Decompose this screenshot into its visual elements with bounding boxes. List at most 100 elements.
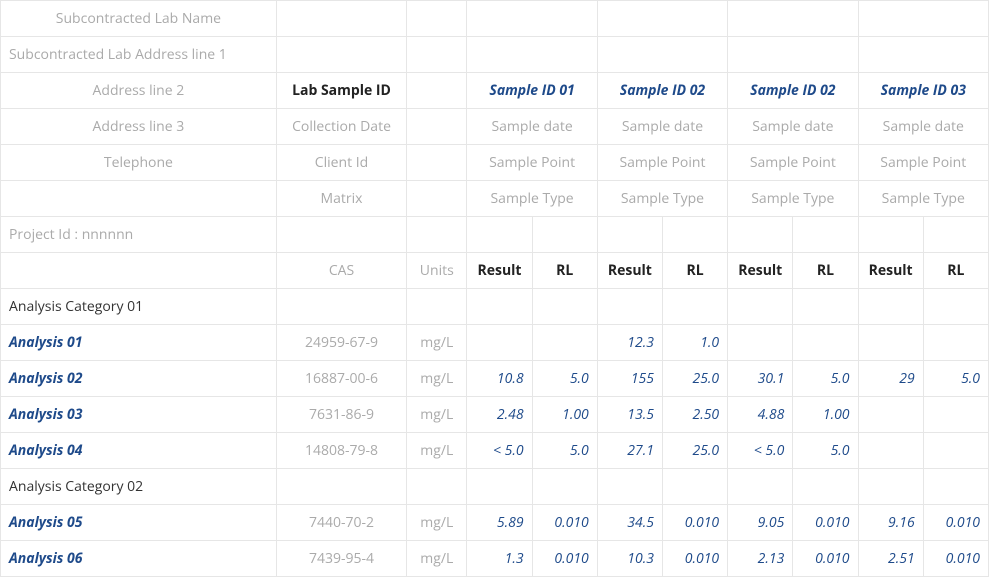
row-column-headers: CAS Units Result RL Result RL Result RL … [1, 253, 989, 289]
cas-value: 7631-86-9 [276, 397, 406, 433]
sample-id-3: Sample ID 03 [858, 73, 988, 109]
addr3: Address line 3 [1, 109, 277, 145]
lab-sample-id-label: Lab Sample ID [276, 73, 406, 109]
sample-type-0: Sample Type [467, 181, 597, 217]
cas-value: 16887-00-6 [276, 361, 406, 397]
sample-date-0: Sample date [467, 109, 597, 145]
row-matrix: Matrix Sample Type Sample Type Sample Ty… [1, 181, 989, 217]
rl-cell [532, 325, 597, 361]
sample-id-2: Sample ID 02 [728, 73, 858, 109]
result-cell [858, 325, 923, 361]
rl-cell: 0.010 [793, 505, 858, 541]
units-value: mg/L [407, 433, 467, 469]
analysis-name: Analysis 05 [1, 505, 277, 541]
sample-date-2: Sample date [728, 109, 858, 145]
result-cell [858, 397, 923, 433]
cas-header: CAS [276, 253, 406, 289]
row-category-0: Analysis Category 01 [1, 289, 989, 325]
rl-cell: 0.010 [793, 541, 858, 577]
sample-id-1: Sample ID 02 [597, 73, 727, 109]
rl-cell [923, 433, 988, 469]
project-id: Project Id : nnnnnn [1, 217, 277, 253]
units-value: mg/L [407, 397, 467, 433]
row-sub-lab-addr1: Subcontracted Lab Address line 1 [1, 37, 989, 73]
result-cell: 30.1 [728, 361, 793, 397]
units-header: Units [407, 253, 467, 289]
rl-cell: 0.010 [923, 541, 988, 577]
result-header-3: Result [858, 253, 923, 289]
result-cell: 13.5 [597, 397, 662, 433]
result-cell: 4.88 [728, 397, 793, 433]
result-cell: 9.16 [858, 505, 923, 541]
result-cell: 10.8 [467, 361, 532, 397]
rl-header-1: RL [662, 253, 727, 289]
sample-date-1: Sample date [597, 109, 727, 145]
rl-cell: 0.010 [923, 505, 988, 541]
row-analysis-0-1: Analysis 02 16887-00-6 mg/L 10.8 5.0 155… [1, 361, 989, 397]
analysis-name: Analysis 04 [1, 433, 277, 469]
analysis-name: Analysis 02 [1, 361, 277, 397]
rl-header-0: RL [532, 253, 597, 289]
result-cell: < 5.0 [467, 433, 532, 469]
units-value: mg/L [407, 361, 467, 397]
rl-cell: 1.00 [793, 397, 858, 433]
row-category-1: Analysis Category 02 [1, 469, 989, 505]
category-0-name: Analysis Category 01 [1, 289, 277, 325]
rl-cell: 5.0 [532, 361, 597, 397]
result-cell: 2.13 [728, 541, 793, 577]
rl-cell: 5.0 [793, 361, 858, 397]
analysis-name: Analysis 06 [1, 541, 277, 577]
row-collection-date: Address line 3 Collection Date Sample da… [1, 109, 989, 145]
sub-lab-addr1: Subcontracted Lab Address line 1 [1, 37, 277, 73]
row-sample-ids: Address line 2 Lab Sample ID Sample ID 0… [1, 73, 989, 109]
row-client-id: Telephone Client Id Sample Point Sample … [1, 145, 989, 181]
sub-lab-name: Subcontracted Lab Name [1, 1, 277, 37]
rl-cell: 5.0 [923, 361, 988, 397]
result-header-2: Result [728, 253, 793, 289]
result-cell: 2.48 [467, 397, 532, 433]
row-sub-lab-name: Subcontracted Lab Name [1, 1, 989, 37]
rl-cell: 25.0 [662, 433, 727, 469]
cas-value: 24959-67-9 [276, 325, 406, 361]
rl-cell [793, 325, 858, 361]
sample-point-1: Sample Point [597, 145, 727, 181]
row-analysis-1-0: Analysis 05 7440-70-2 mg/L 5.89 0.010 34… [1, 505, 989, 541]
result-cell: 155 [597, 361, 662, 397]
rl-header-3: RL [923, 253, 988, 289]
result-cell: < 5.0 [728, 433, 793, 469]
sample-type-3: Sample Type [858, 181, 988, 217]
row-analysis-1-1: Analysis 06 7439-95-4 mg/L 1.3 0.010 10.… [1, 541, 989, 577]
rl-cell: 0.010 [662, 505, 727, 541]
rl-cell [923, 397, 988, 433]
result-cell: 10.3 [597, 541, 662, 577]
units-value: mg/L [407, 325, 467, 361]
result-cell: 27.1 [597, 433, 662, 469]
analysis-name: Analysis 03 [1, 397, 277, 433]
result-cell: 29 [858, 361, 923, 397]
rl-cell: 2.50 [662, 397, 727, 433]
units-value: mg/L [407, 541, 467, 577]
cas-value: 7439-95-4 [276, 541, 406, 577]
result-cell [467, 325, 532, 361]
rl-cell [923, 325, 988, 361]
sample-type-2: Sample Type [728, 181, 858, 217]
result-cell [858, 433, 923, 469]
sample-point-3: Sample Point [858, 145, 988, 181]
result-header-1: Result [597, 253, 662, 289]
result-cell: 1.3 [467, 541, 532, 577]
telephone: Telephone [1, 145, 277, 181]
collection-date-label: Collection Date [276, 109, 406, 145]
result-header-0: Result [467, 253, 532, 289]
sample-id-0: Sample ID 01 [467, 73, 597, 109]
sample-point-0: Sample Point [467, 145, 597, 181]
result-cell: 12.3 [597, 325, 662, 361]
sample-date-3: Sample date [858, 109, 988, 145]
cas-value: 7440-70-2 [276, 505, 406, 541]
result-cell [728, 325, 793, 361]
category-1-name: Analysis Category 02 [1, 469, 277, 505]
rl-cell: 5.0 [793, 433, 858, 469]
result-cell: 2.51 [858, 541, 923, 577]
rl-cell: 0.010 [532, 505, 597, 541]
units-value: mg/L [407, 505, 467, 541]
row-analysis-0-0: Analysis 01 24959-67-9 mg/L 12.3 1.0 [1, 325, 989, 361]
